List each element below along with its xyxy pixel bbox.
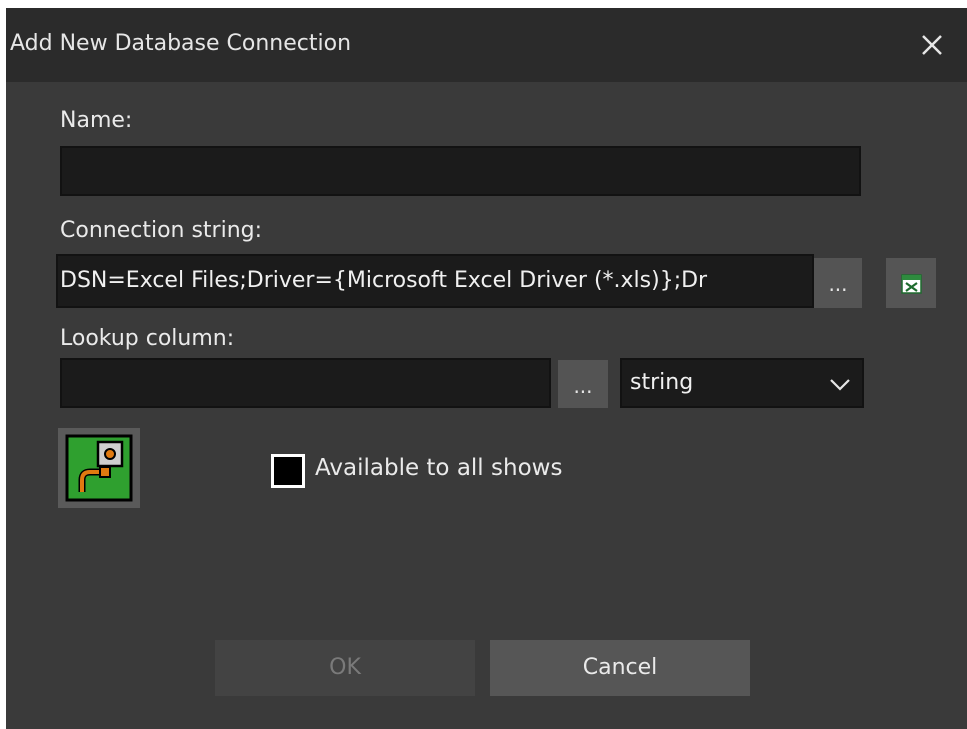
title-bar: Add New Database Connection [6, 8, 967, 82]
excel-icon [901, 274, 922, 294]
ok-button[interactable]: OK [215, 640, 475, 696]
close-button[interactable] [915, 28, 949, 62]
available-to-all-shows-label[interactable]: Available to all shows [315, 455, 562, 481]
cancel-button[interactable]: Cancel [490, 640, 750, 696]
add-database-connection-dialog: Add New Database Connection Name: Connec… [6, 8, 967, 729]
name-input[interactable] [60, 146, 861, 196]
excel-file-button[interactable] [886, 258, 936, 308]
close-icon [922, 35, 942, 55]
lookup-type-selected: string [630, 370, 694, 395]
available-to-all-shows-checkbox[interactable] [271, 454, 305, 488]
lookup-column-label: Lookup column: [60, 326, 235, 351]
connection-string-browse-button[interactable]: ... [814, 258, 862, 308]
name-label: Name: [60, 108, 133, 133]
lookup-column-browse-button[interactable]: ... [558, 360, 608, 408]
connection-string-label: Connection string: [60, 218, 263, 243]
dialog-title: Add New Database Connection [10, 31, 352, 56]
lookup-type-select[interactable]: string [620, 358, 864, 408]
connection-string-input[interactable]: DSN=Excel Files;Driver={Microsoft Excel … [56, 254, 814, 308]
plugin-connection-icon [65, 434, 133, 502]
connection-wizard-button[interactable] [58, 428, 140, 508]
chevron-down-icon [830, 379, 850, 391]
lookup-column-input[interactable] [60, 358, 551, 408]
